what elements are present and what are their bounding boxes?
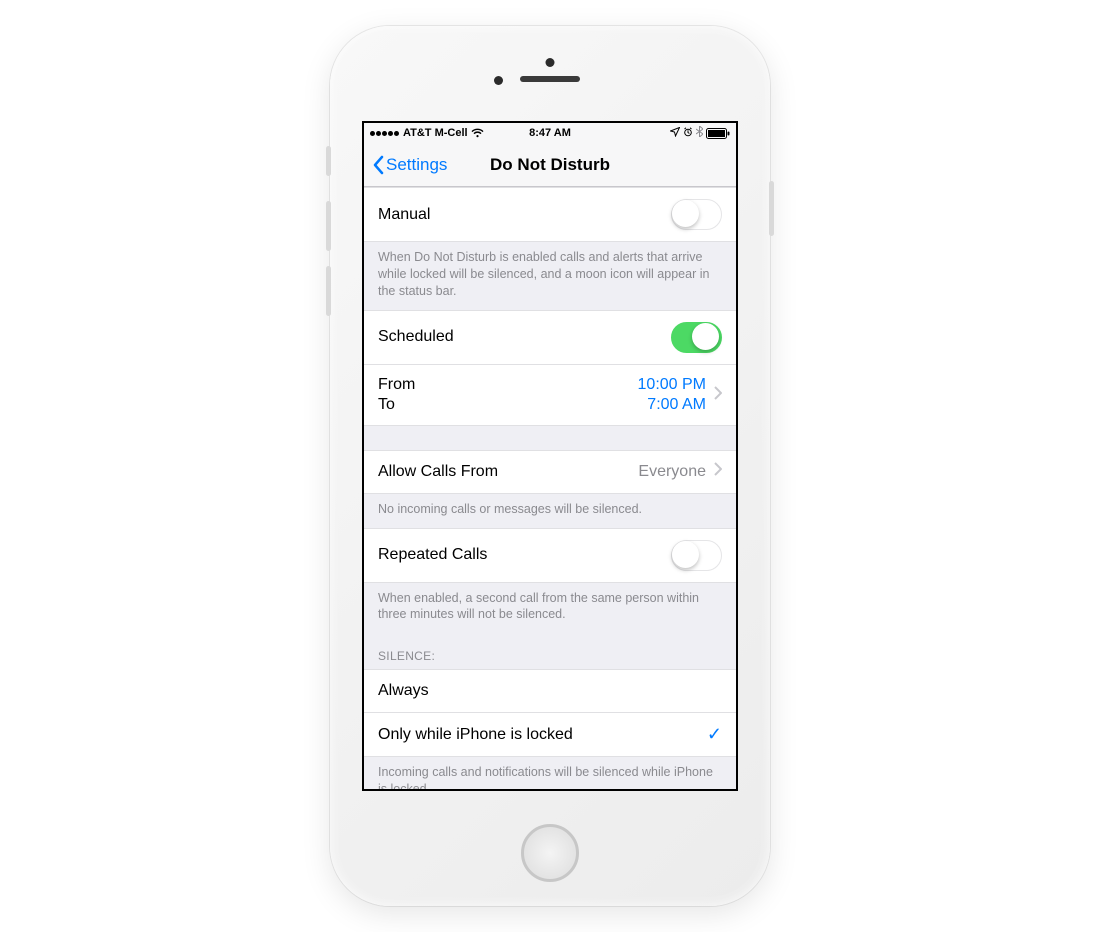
to-value: 7:00 AM <box>647 396 706 414</box>
carrier-label: AT&T M-Cell <box>403 127 468 139</box>
battery-icon <box>706 128 730 139</box>
phone-frame: AT&T M-Cell 8:47 AM <box>330 26 770 906</box>
silence-footer: Incoming calls and notifications will be… <box>364 757 736 789</box>
schedule-time-row[interactable]: From To 10:00 PM 7:00 AM <box>364 365 736 426</box>
location-icon <box>670 127 680 140</box>
repeated-calls-label: Repeated Calls <box>378 546 487 564</box>
from-label: From <box>378 376 415 394</box>
home-button[interactable] <box>521 824 579 882</box>
chevron-right-icon <box>714 386 722 404</box>
silence-option-label: Only while iPhone is locked <box>378 726 573 744</box>
volume-down-button <box>326 266 331 316</box>
checkmark-icon: ✓ <box>707 724 722 745</box>
alarm-icon <box>683 127 693 140</box>
wifi-icon <box>471 128 484 138</box>
volume-up-button <box>326 201 331 251</box>
allow-calls-footer: No incoming calls or messages will be si… <box>364 494 736 528</box>
manual-row[interactable]: Manual <box>364 187 736 242</box>
silence-header: Silence: <box>364 633 736 669</box>
screen: AT&T M-Cell 8:47 AM <box>362 121 738 791</box>
power-button <box>769 181 774 236</box>
scheduled-toggle[interactable] <box>671 322 722 353</box>
manual-toggle[interactable] <box>671 199 722 230</box>
mute-switch <box>326 146 331 176</box>
nav-bar: Settings Do Not Disturb <box>364 143 736 187</box>
ear-speaker <box>520 76 580 82</box>
allow-calls-label: Allow Calls From <box>378 463 498 481</box>
repeated-calls-footer: When enabled, a second call from the sam… <box>364 583 736 634</box>
repeated-calls-toggle[interactable] <box>671 540 722 571</box>
front-camera <box>546 58 555 67</box>
chevron-right-icon <box>714 462 722 481</box>
scheduled-row[interactable]: Scheduled <box>364 310 736 365</box>
repeated-calls-row[interactable]: Repeated Calls <box>364 528 736 583</box>
manual-footer: When Do Not Disturb is enabled calls and… <box>364 242 736 310</box>
allow-calls-value: Everyone <box>638 463 706 481</box>
silence-option-label: Always <box>378 682 429 700</box>
to-label: To <box>378 396 415 414</box>
proximity-sensor <box>494 76 503 85</box>
manual-label: Manual <box>378 206 430 224</box>
silence-option-always[interactable]: Always <box>364 669 736 713</box>
silence-option-locked[interactable]: Only while iPhone is locked ✓ <box>364 713 736 757</box>
allow-calls-row[interactable]: Allow Calls From Everyone <box>364 450 736 494</box>
page-title: Do Not Disturb <box>490 155 610 175</box>
back-button[interactable]: Settings <box>372 155 447 175</box>
settings-content[interactable]: Manual When Do Not Disturb is enabled ca… <box>364 187 736 789</box>
back-label: Settings <box>386 155 447 175</box>
from-value: 10:00 PM <box>638 376 706 394</box>
signal-dots-icon <box>370 127 400 139</box>
scheduled-label: Scheduled <box>378 328 454 346</box>
status-bar: AT&T M-Cell 8:47 AM <box>364 123 736 143</box>
status-time: 8:47 AM <box>529 127 571 139</box>
chevron-left-icon <box>372 155 384 175</box>
bluetooth-icon <box>696 126 703 140</box>
